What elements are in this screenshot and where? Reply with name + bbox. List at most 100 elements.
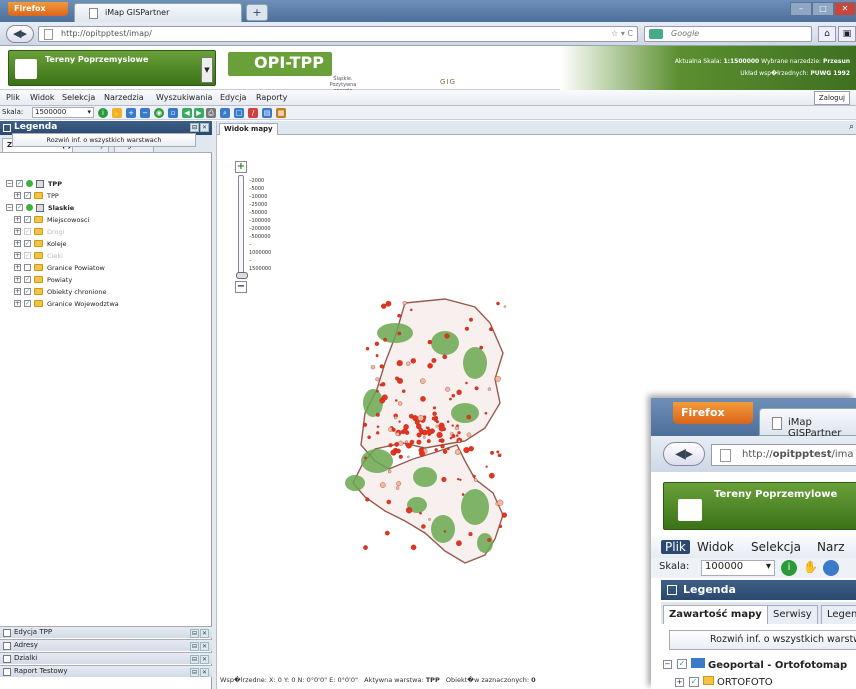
layer-tree-item[interactable]: − ✓ Slaskie: [6, 202, 206, 214]
checkbox-icon[interactable]: ✓: [16, 204, 23, 211]
layer-tree-item[interactable]: + Granice Powiatow: [6, 262, 206, 274]
expand-all-layers-button[interactable]: Rozwiń inf. o wszystkich warstwach: [12, 133, 196, 147]
measure-icon[interactable]: ⌕: [220, 108, 230, 118]
tpp-point[interactable]: [417, 414, 424, 422]
tpp-point[interactable]: [398, 420, 401, 423]
inset-project-selector[interactable]: Tereny Poprzemylowe: [663, 482, 856, 530]
tpp-point[interactable]: [396, 481, 402, 487]
search-icon[interactable]: ⌕: [849, 122, 854, 132]
expand-icon[interactable]: +: [14, 228, 21, 235]
tpp-point[interactable]: [418, 447, 424, 453]
zoom-level[interactable]: –1000000: [249, 241, 271, 257]
tpp-point[interactable]: [459, 478, 462, 481]
tpp-point[interactable]: [406, 361, 411, 366]
home-icon[interactable]: ⌂: [818, 26, 836, 42]
firefox-menu-button[interactable]: Firefox: [8, 2, 68, 16]
tpp-point[interactable]: [401, 389, 406, 393]
tpp-point[interactable]: [435, 420, 439, 424]
tpp-point[interactable]: [397, 377, 403, 384]
checkbox-icon[interactable]: ✓: [689, 677, 699, 687]
tpp-point[interactable]: [409, 439, 415, 445]
tpp-point[interactable]: [386, 499, 392, 505]
tpp-point[interactable]: [416, 432, 422, 438]
tpp-point[interactable]: [444, 333, 450, 339]
tpp-point[interactable]: [442, 449, 448, 454]
tpp-point[interactable]: [456, 389, 462, 395]
checkbox-icon[interactable]: ✓: [677, 659, 687, 669]
collapse-icon[interactable]: ⊟: [190, 123, 199, 132]
tpp-point[interactable]: [446, 420, 450, 423]
tpp-point[interactable]: [432, 411, 437, 417]
close-icon[interactable]: ✕: [200, 668, 209, 677]
tpp-point[interactable]: [484, 411, 488, 415]
tpp-point[interactable]: [442, 354, 448, 360]
tpp-point[interactable]: [374, 341, 380, 346]
tpp-point[interactable]: [395, 448, 401, 454]
tpp-point[interactable]: [461, 493, 465, 496]
tpp-point[interactable]: [446, 447, 450, 451]
zoom-out-icon[interactable]: −: [140, 108, 150, 118]
zoom-in-icon[interactable]: [823, 560, 839, 576]
tpp-point[interactable]: [468, 446, 474, 452]
chevron-down-icon[interactable]: ▼: [201, 57, 213, 83]
tpp-point[interactable]: [395, 399, 398, 402]
tpp-point[interactable]: [468, 532, 473, 537]
tpp-point[interactable]: [497, 499, 504, 506]
tpp-point[interactable]: [426, 429, 433, 436]
tpp-point[interactable]: [410, 358, 416, 364]
tpp-point[interactable]: [449, 436, 453, 440]
expand-icon[interactable]: +: [14, 252, 21, 259]
tpp-point[interactable]: [397, 331, 402, 336]
layer-tree-item[interactable]: + ✓ Obiekty chronione: [6, 286, 206, 298]
tpp-point[interactable]: [381, 303, 387, 309]
tpp-point[interactable]: [396, 360, 403, 367]
select-icon[interactable]: □: [234, 108, 244, 118]
collapse-icon[interactable]: −: [6, 180, 13, 187]
tpp-point[interactable]: [498, 524, 503, 529]
tpp-point[interactable]: [365, 346, 370, 351]
panel-raport-testowy[interactable]: Raport Testowy ⊟ ✕: [0, 665, 212, 677]
tpp-point[interactable]: [463, 447, 470, 454]
tpp-point[interactable]: [414, 419, 420, 425]
zoom-level[interactable]: –500000: [249, 233, 271, 241]
checkbox-icon[interactable]: ✓: [24, 252, 31, 259]
tpp-point[interactable]: [445, 386, 451, 392]
expand-icon[interactable]: +: [14, 300, 21, 307]
tpp-point[interactable]: [436, 431, 443, 439]
zoom-level[interactable]: –50000: [249, 209, 271, 217]
tpp-point[interactable]: [367, 435, 371, 439]
tpp-point[interactable]: [457, 431, 461, 435]
tpp-point[interactable]: [362, 422, 368, 427]
tpp-point[interactable]: [488, 472, 495, 479]
inset-scale-select[interactable]: 100000 ▾: [701, 560, 775, 576]
layer-tree-item[interactable]: + ✓ Koleje: [6, 238, 206, 250]
tpp-point[interactable]: [420, 378, 426, 384]
layer-tree-item[interactable]: + ✓ Cieki: [6, 250, 206, 262]
tpp-point[interactable]: [503, 305, 506, 308]
tpp-point[interactable]: [421, 524, 426, 529]
expand-icon[interactable]: +: [14, 276, 21, 283]
collapse-icon[interactable]: ⊟: [190, 655, 199, 664]
menu-plik[interactable]: Plik: [6, 93, 20, 102]
tpp-point[interactable]: [408, 413, 414, 419]
maximize-button[interactable]: □: [812, 2, 834, 16]
tpp-point[interactable]: [454, 449, 461, 455]
tpp-point[interactable]: [416, 439, 422, 445]
tpp-point[interactable]: [379, 364, 384, 369]
zoom-box-icon[interactable]: ▫: [168, 108, 178, 118]
tpp-point[interactable]: [365, 497, 370, 502]
login-button[interactable]: Zaloguj: [813, 91, 850, 105]
tpp-point[interactable]: [405, 440, 408, 444]
tpp-point[interactable]: [427, 363, 433, 369]
star-icon[interactable]: ☆ ▾ C: [611, 29, 633, 38]
panel-dzialki[interactable]: Dzialki ⊟ ✕: [0, 652, 212, 664]
tpp-point[interactable]: [420, 396, 426, 402]
info-icon[interactable]: i: [781, 560, 797, 576]
tpp-point[interactable]: [397, 313, 401, 318]
expand-icon[interactable]: +: [14, 192, 21, 199]
layer-tree-item[interactable]: + ✓ Granice Wojewodztwa: [6, 298, 206, 310]
tab-widok-mapy[interactable]: Widok mapy: [219, 123, 278, 135]
tpp-point[interactable]: [376, 425, 380, 428]
inset-url-bar[interactable]: http://opitpptest/ima: [711, 444, 856, 466]
tpp-point[interactable]: [376, 431, 380, 435]
